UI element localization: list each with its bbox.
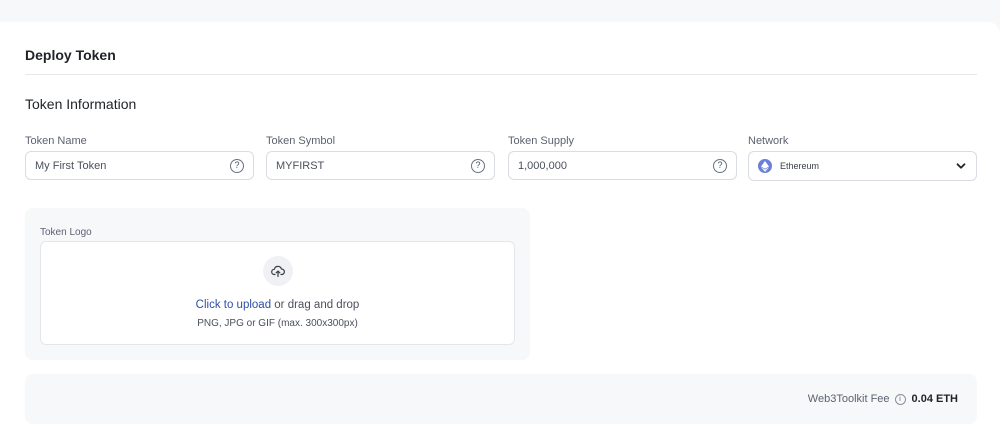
network-select[interactable]: Ethereum	[748, 151, 977, 181]
token-symbol-value: MYFIRST	[276, 159, 325, 172]
token-supply-input[interactable]: 1,000,000 ?	[508, 151, 737, 180]
section-title: Token Information	[25, 96, 137, 112]
click-to-upload-link[interactable]: Click to upload	[196, 299, 271, 311]
cloud-upload-icon	[263, 256, 293, 286]
token-logo-panel: Token Logo Click to upload or drag and d…	[25, 208, 530, 360]
network-label: Network	[748, 135, 789, 147]
token-symbol-input[interactable]: MYFIRST ?	[266, 151, 495, 180]
token-supply-label: Token Supply	[508, 135, 575, 147]
help-icon[interactable]: ?	[713, 158, 727, 173]
ethereum-icon	[758, 159, 772, 173]
token-symbol-label: Token Symbol	[266, 135, 336, 147]
token-name-label: Token Name	[25, 135, 87, 147]
divider	[25, 74, 977, 75]
deploy-token-card: Deploy Token Token Information Token Nam…	[0, 22, 1000, 425]
token-supply-field: Token Supply 1,000,000 ?	[508, 135, 737, 180]
info-icon[interactable]: i	[894, 393, 906, 405]
fee-content: Web3Toolkit Fee i 0.04 ETH	[808, 393, 958, 405]
upload-instruction: Click to upload or drag and drop	[41, 299, 514, 311]
fee-label: Web3Toolkit Fee	[807, 393, 890, 405]
help-icon[interactable]: ?	[230, 158, 244, 173]
help-icon[interactable]: ?	[471, 158, 485, 173]
token-name-input[interactable]: My First Token ?	[25, 151, 254, 180]
token-symbol-field: Token Symbol MYFIRST ?	[266, 135, 495, 180]
token-logo-label: Token Logo	[40, 227, 92, 238]
token-name-value: My First Token	[35, 159, 107, 172]
logo-dropzone[interactable]: Click to upload or drag and drop PNG, JP…	[40, 241, 515, 345]
token-supply-value: 1,000,000	[518, 159, 567, 172]
drag-drop-text: or drag and drop	[271, 299, 360, 311]
upload-hint: PNG, JPG or GIF (max. 300x300px)	[197, 318, 358, 329]
token-name-field: Token Name My First Token ?	[25, 135, 254, 180]
network-selected-value: Ethereum	[780, 161, 820, 171]
page-title: Deploy Token	[25, 47, 116, 63]
fee-value: 0.04 ETH	[911, 393, 958, 405]
fee-bar: Web3Toolkit Fee i 0.04 ETH	[25, 374, 977, 424]
network-field: Network Ethereum	[748, 135, 977, 181]
chevron-down-icon[interactable]	[955, 160, 967, 172]
